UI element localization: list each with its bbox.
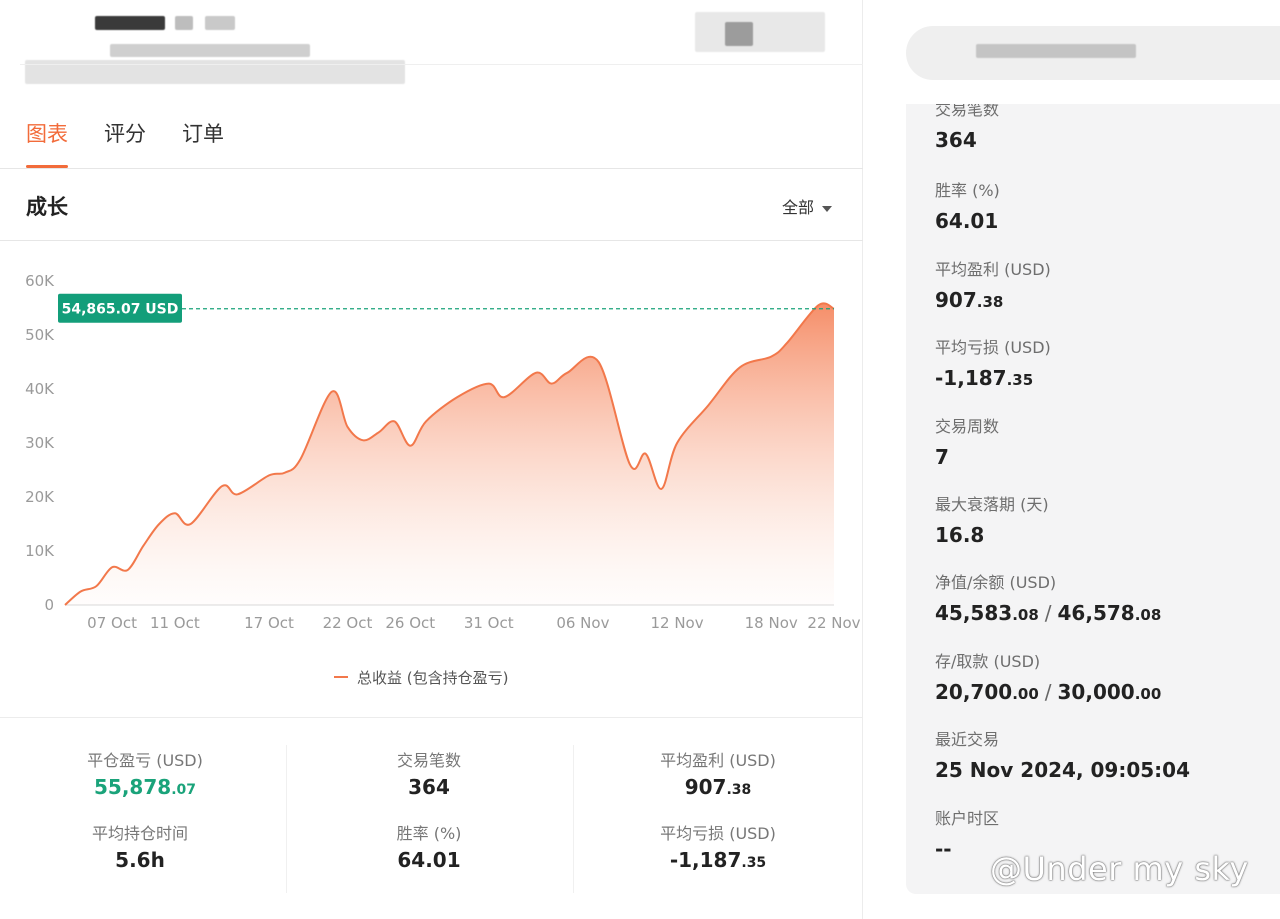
tab-orders[interactable]: 订单 [182, 118, 224, 168]
stat-value: 64.01 [397, 848, 461, 872]
x-tick-label: 22 Nov [807, 614, 860, 632]
blurred-account-name [95, 16, 165, 30]
stat-value: -1,187.35 [669, 848, 767, 872]
y-tick-label: 10K [25, 542, 55, 560]
y-tick-label: 60K [25, 272, 55, 290]
section-title: 成长 [26, 195, 68, 219]
side-stat-value: 25 Nov 2024, 09:05:04 [935, 758, 1190, 782]
side-stat-trade-weeks: 交易周数 7 [935, 413, 999, 469]
tab-chart[interactable]: 图表 [26, 118, 68, 168]
side-stat-win-rate: 胜率 (%) 64.01 [935, 177, 1000, 233]
stat-value: 907.38 [684, 775, 752, 799]
stat-avg-loss: 平均亏损 (USD) -1,187.35 [573, 820, 863, 872]
left-panel: 图表 评分 订单 成长 全部 0 10K 20K 30K 40K 50K 60K 07 Oc… [0, 0, 863, 919]
side-stat-avg-profit: 平均盈利 (USD) 907.38 [935, 256, 1051, 312]
stat-label: 平均盈利 (USD) [660, 751, 776, 770]
x-tick-label: 07 Oct [87, 614, 137, 632]
side-stat-value: 16.8 [935, 523, 985, 547]
blurred-text [110, 44, 310, 57]
stat-trade-count: 交易笔数 364 [284, 747, 574, 799]
stat-value: 364 [408, 775, 450, 799]
blurred-text [976, 44, 1136, 58]
x-tick-label: 22 Oct [323, 614, 373, 632]
growth-chart: 0 10K 20K 30K 40K 50K 60K 07 Oct 11 Oct 17 Oct 22… [25, 272, 861, 687]
side-stat-last-trade: 最近交易 25 Nov 2024, 09:05:04 [935, 726, 1190, 782]
stat-label: 交易笔数 [396, 751, 461, 770]
side-stat-value: 64.01 [935, 209, 999, 233]
stat-label: 胜率 (%) [396, 824, 462, 843]
y-tick-label: 30K [25, 434, 55, 452]
tab-bar: 图表 评分 订单 [26, 118, 224, 168]
x-tick-label: 11 Oct [150, 614, 200, 632]
y-tick-label: 20K [25, 488, 55, 506]
side-stat-value: 45,583.08/46,578.08 [935, 601, 1162, 625]
x-tick-label: 06 Nov [556, 614, 609, 632]
blurred-text [175, 16, 193, 30]
side-stat-label: 平均亏损 (USD) [935, 338, 1051, 357]
period-filter-dropdown[interactable]: 全部 [782, 194, 833, 218]
stat-avg-profit: 平均盈利 (USD) 907.38 [573, 747, 863, 799]
y-tick-label: 50K [25, 326, 55, 344]
blurred-header-pill [906, 26, 1280, 80]
x-tick-label: 18 Nov [745, 614, 798, 632]
series-area [65, 303, 834, 605]
side-stat-value: 20,700.00/30,000.00 [935, 680, 1162, 704]
side-stat-label: 账户时区 [935, 809, 1000, 828]
side-stat-value: 907.38 [935, 288, 1004, 312]
tab-rating[interactable]: 评分 [104, 118, 146, 168]
stat-value: 5.6h [115, 848, 165, 872]
side-stat-label: 存/取款 (USD) [935, 652, 1041, 671]
divider [0, 717, 863, 718]
stat-win-rate: 胜率 (%) 64.01 [284, 820, 574, 872]
stat-closed-pnl: 平仓盈亏 (USD) 55,878.07 [0, 747, 290, 799]
side-stat-value: 7 [935, 445, 949, 469]
period-filter-label: 全部 [782, 198, 815, 217]
divider [0, 168, 863, 169]
stat-label: 平仓盈亏 (USD) [87, 751, 203, 770]
x-axis: 07 Oct 11 Oct 17 Oct 22 Oct 26 Oct 31 Oct 06 N… [87, 614, 860, 632]
side-stat-max-drawdown-period: 最大衰落期 (天) 16.8 [935, 491, 1049, 547]
chevron-down-icon [822, 205, 833, 212]
legend-label: 总收益 (包含持仓盈亏) [357, 669, 508, 687]
side-stat-label: 最近交易 [935, 730, 1000, 749]
side-stat-label: 交易周数 [935, 417, 1000, 436]
watermark: @Under my sky [990, 850, 1249, 888]
side-stat-trade-count: 交易笔数 364 [935, 104, 999, 152]
x-tick-label: 26 Oct [385, 614, 435, 632]
current-value-label: 54,865.07 USD [62, 302, 179, 318]
blurred-avatar [695, 12, 825, 52]
stats-card: 交易笔数 364 胜率 (%) 64.01 平均盈利 (USD) 907.38 … [906, 104, 1280, 894]
y-tick-label: 0 [44, 596, 54, 614]
side-stat-equity-balance: 净值/余额 (USD) 45,583.08/46,578.08 [935, 569, 1161, 625]
x-tick-label: 17 Oct [244, 614, 294, 632]
stat-value: 55,878.07 [94, 775, 196, 799]
y-tick-label: 40K [25, 380, 55, 398]
blurred-avatar-mark [725, 22, 753, 46]
side-stat-deposit-withdrawal: 存/取款 (USD) 20,700.00/30,000.00 [935, 648, 1161, 704]
side-stat-label: 净值/余额 (USD) [935, 573, 1057, 592]
x-tick-label: 31 Oct [464, 614, 514, 632]
legend[interactable]: 总收益 (包含持仓盈亏) [334, 669, 508, 687]
stat-label: 平均亏损 (USD) [660, 824, 776, 843]
side-stat-label: 交易笔数 [935, 104, 1000, 119]
side-stat-label: 胜率 (%) [935, 181, 1000, 200]
side-stat-label: 平均盈利 (USD) [935, 260, 1051, 279]
blurred-text [205, 16, 235, 30]
side-stat-value: 364 [935, 128, 977, 152]
side-stat-value: -1,187.35 [935, 366, 1034, 390]
side-stat-avg-loss: 平均亏损 (USD) -1,187.35 [935, 334, 1051, 390]
stat-label: 平均持仓时间 [91, 824, 188, 843]
divider [0, 240, 863, 241]
side-stat-label: 最大衰落期 (天) [935, 495, 1049, 514]
x-tick-label: 12 Nov [650, 614, 703, 632]
divider [20, 64, 863, 65]
stat-avg-holding-time: 平均持仓时间 5.6h [0, 820, 285, 872]
